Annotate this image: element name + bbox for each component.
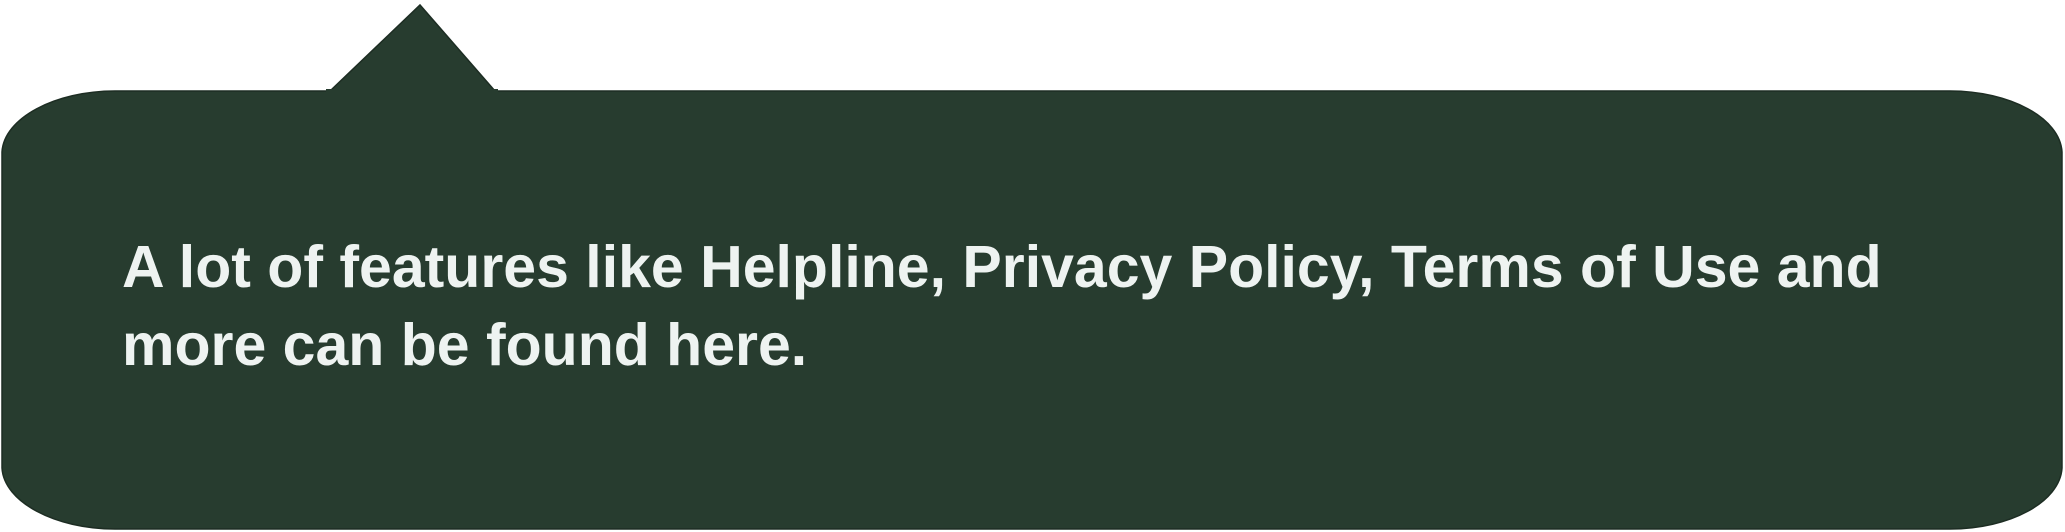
tooltip-callout: A lot of features like Helpline, Privacy… xyxy=(0,0,2065,532)
tooltip-pointer xyxy=(328,3,497,92)
tooltip-message: A lot of features like Helpline, Privacy… xyxy=(122,234,1882,378)
